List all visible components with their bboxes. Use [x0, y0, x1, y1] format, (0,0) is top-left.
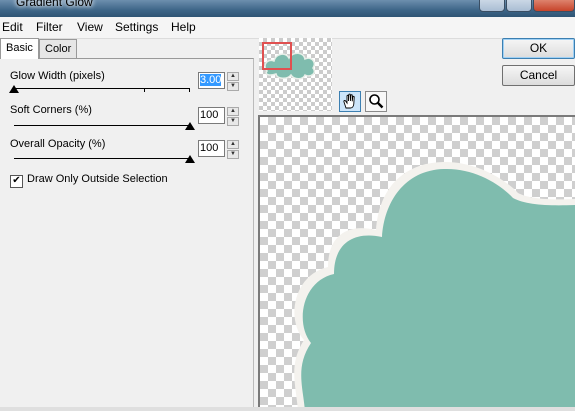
slider-track — [14, 158, 190, 159]
slider-thumb[interactable] — [9, 85, 19, 93]
glow-width-input[interactable]: 3.00 — [198, 72, 225, 89]
spin-down-icon[interactable]: ▼ — [227, 150, 239, 159]
slider-tick — [189, 89, 190, 92]
slider-track — [14, 88, 190, 89]
preview-navigator[interactable] — [259, 38, 332, 111]
zoom-icon — [369, 94, 384, 109]
menu-settings[interactable]: Settings — [115, 20, 158, 34]
checkmark-icon: ✔ — [12, 175, 21, 186]
menu-edit[interactable]: Edit — [2, 20, 23, 34]
hand-tool-button[interactable] — [339, 91, 361, 112]
menu-bar: Edit Filter View Settings Help — [0, 17, 575, 39]
status-bar — [0, 407, 575, 411]
soft-corners-input[interactable]: 100 — [198, 107, 225, 124]
overall-opacity-label: Overall Opacity (%) — [10, 138, 106, 150]
soft-corners-label: Soft Corners (%) — [10, 104, 92, 116]
draw-outside-checkbox[interactable]: ✔ — [10, 175, 23, 188]
minimize-button[interactable] — [479, 0, 505, 12]
slider-thumb[interactable] — [185, 155, 195, 163]
glow-width-slider[interactable] — [9, 84, 190, 94]
menu-filter[interactable]: Filter — [36, 20, 63, 34]
window-title: Gradient Glow — [16, 0, 93, 9]
close-button[interactable] — [533, 0, 575, 12]
tab-basic[interactable]: Basic — [0, 38, 39, 59]
hand-icon — [343, 93, 355, 109]
slider-thumb[interactable] — [185, 122, 195, 130]
cancel-button[interactable]: Cancel — [502, 65, 575, 86]
spin-down-icon[interactable]: ▼ — [227, 82, 239, 91]
glow-width-value: 3.00 — [200, 74, 222, 86]
maximize-button[interactable] — [506, 0, 532, 12]
soft-corners-slider[interactable] — [14, 121, 195, 131]
viewport-frame[interactable] — [262, 42, 292, 70]
overall-opacity-slider[interactable] — [14, 154, 195, 164]
glow-width-label: Glow Width (pixels) — [10, 70, 105, 82]
menu-help[interactable]: Help — [171, 20, 196, 34]
draw-outside-label[interactable]: Draw Only Outside Selection — [27, 173, 168, 185]
menu-view[interactable]: View — [77, 20, 103, 34]
slider-track — [14, 125, 190, 126]
preview-canvas[interactable] — [258, 115, 575, 411]
ok-button[interactable]: OK — [502, 38, 575, 59]
slider-tick — [144, 89, 145, 92]
cloud-shape — [301, 168, 575, 411]
overall-opacity-input[interactable]: 100 — [198, 140, 225, 157]
spin-up-icon[interactable]: ▲ — [227, 140, 239, 149]
overall-opacity-spinner[interactable]: ▲ ▼ — [227, 140, 239, 160]
spin-up-icon[interactable]: ▲ — [227, 107, 239, 116]
preview-shape — [294, 161, 575, 411]
spin-down-icon[interactable]: ▼ — [227, 117, 239, 126]
tab-color[interactable]: Color — [39, 39, 78, 59]
spin-up-icon[interactable]: ▲ — [227, 72, 239, 81]
zoom-tool-button[interactable] — [365, 91, 387, 112]
soft-corners-spinner[interactable]: ▲ ▼ — [227, 107, 239, 127]
glow-width-spinner[interactable]: ▲ ▼ — [227, 72, 239, 92]
title-bar: Gradient Glow — [0, 0, 575, 17]
